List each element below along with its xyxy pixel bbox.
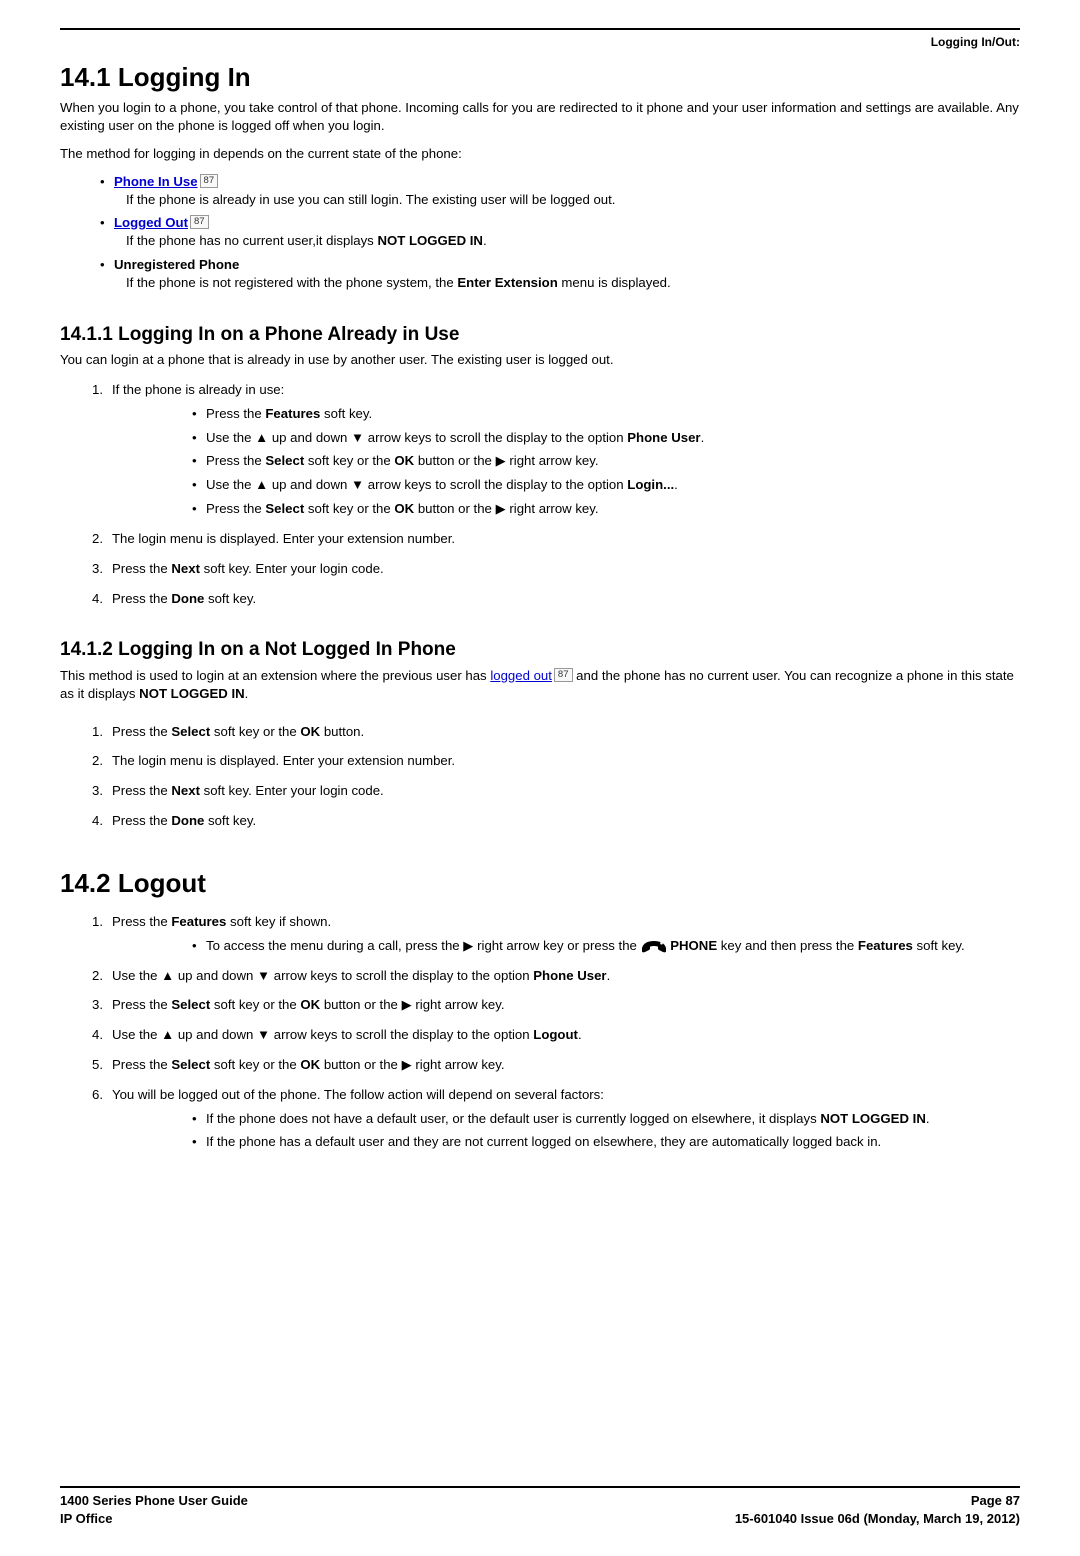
step-4: Press the Done soft key. [92, 812, 1020, 830]
right-arrow-icon: ▶ [402, 997, 412, 1012]
step-1: Press the Select soft key or the OK butt… [92, 723, 1020, 741]
section-14-1-1-heading: 14.1.1 Logging In on a Phone Already in … [60, 322, 1020, 348]
footer-left-bottom: IP Office [60, 1510, 113, 1528]
section-14-1-heading: 14.1 Logging In [60, 60, 1020, 95]
right-arrow-icon: ▶ [463, 938, 473, 953]
step1-sub-select-ok: Press the Select soft key or the OK butt… [192, 452, 1020, 470]
right-arrow-icon: ▶ [496, 501, 506, 516]
pageref-87: 87 [200, 174, 219, 188]
login-method-unregistered: Unregistered Phone If the phone is not r… [100, 256, 1020, 292]
section-14-1-2-intro: This method is used to login at an exten… [60, 667, 1020, 703]
step1-sub-phone-user: Use the ▲ up and down ▼ arrow keys to sc… [192, 429, 1020, 447]
down-arrow-icon: ▼ [351, 430, 364, 445]
step-2: The login menu is displayed. Enter your … [92, 530, 1020, 548]
step6-sub-has-default: If the phone has a default user and they… [192, 1133, 1020, 1151]
page-footer: 1400 Series Phone User Guide Page 87 IP … [60, 1486, 1020, 1528]
section-14-1-1-intro: You can login at a phone that is already… [60, 351, 1020, 369]
step-1: Press the Features soft key if shown. To… [92, 913, 1020, 955]
logout-steps: Press the Features soft key if shown. To… [60, 913, 1020, 1151]
step-3: Press the Select soft key or the OK butt… [92, 996, 1020, 1014]
down-arrow-icon: ▼ [257, 1027, 270, 1042]
header-breadcrumb: Logging In/Out: [60, 34, 1020, 50]
login-method-phone-in-use-desc: If the phone is already in use you can s… [126, 191, 1020, 209]
step-2: The login menu is displayed. Enter your … [92, 752, 1020, 770]
pageref-87: 87 [554, 668, 573, 682]
link-logged-out[interactable]: Logged Out [114, 215, 188, 230]
down-arrow-icon: ▼ [351, 477, 364, 492]
down-arrow-icon: ▼ [257, 968, 270, 983]
section-14-1-2-heading: 14.1.2 Logging In on a Not Logged In Pho… [60, 637, 1020, 663]
step-3: Press the Next soft key. Enter your logi… [92, 782, 1020, 800]
section-14-2-heading: 14.2 Logout [60, 866, 1020, 901]
step-2: Use the ▲ up and down ▼ arrow keys to sc… [92, 967, 1020, 985]
footer-right-top: Page 87 [971, 1492, 1020, 1510]
up-arrow-icon: ▲ [161, 968, 174, 983]
link-logged-out-inline[interactable]: logged out [490, 668, 552, 683]
step-4: Press the Done soft key. [92, 590, 1020, 608]
step1-sub-select-ok-2: Press the Select soft key or the OK butt… [192, 500, 1020, 518]
footer-right-bottom: 15-601040 Issue 06d (Monday, March 19, 2… [735, 1510, 1020, 1528]
step-5: Press the Select soft key or the OK butt… [92, 1056, 1020, 1074]
step-4: Use the ▲ up and down ▼ arrow keys to sc… [92, 1026, 1020, 1044]
login-in-use-steps: If the phone is already in use: Press th… [60, 381, 1020, 607]
step-1: If the phone is already in use: Press th… [92, 381, 1020, 518]
step1-sub-access-menu: To access the menu during a call, press … [192, 937, 1020, 955]
login-method-phone-in-use: Phone In Use87 If the phone is already i… [100, 173, 1020, 209]
step1-sub-features: Press the Features soft key. [192, 405, 1020, 423]
link-phone-in-use[interactable]: Phone In Use [114, 174, 198, 189]
footer-left-top: 1400 Series Phone User Guide [60, 1492, 248, 1510]
up-arrow-icon: ▲ [255, 430, 268, 445]
login-not-logged-steps: Press the Select soft key or the OK butt… [60, 723, 1020, 830]
step6-sub-no-default: If the phone does not have a default use… [192, 1110, 1020, 1128]
section-14-1-method-line: The method for logging in depends on the… [60, 145, 1020, 163]
login-methods-list: Phone In Use87 If the phone is already i… [60, 173, 1020, 292]
right-arrow-icon: ▶ [496, 453, 506, 468]
login-method-unregistered-desc: If the phone is not registered with the … [126, 274, 1020, 292]
step1-sub-login: Use the ▲ up and down ▼ arrow keys to sc… [192, 476, 1020, 494]
pageref-87: 87 [190, 215, 209, 229]
up-arrow-icon: ▲ [161, 1027, 174, 1042]
up-arrow-icon: ▲ [255, 477, 268, 492]
step-6: You will be logged out of the phone. The… [92, 1086, 1020, 1151]
right-arrow-icon: ▶ [402, 1057, 412, 1072]
phone-icon [641, 938, 667, 954]
step-3: Press the Next soft key. Enter your logi… [92, 560, 1020, 578]
login-method-logged-out-desc: If the phone has no current user,it disp… [126, 232, 1020, 250]
login-method-logged-out: Logged Out87 If the phone has no current… [100, 214, 1020, 250]
section-14-1-intro: When you login to a phone, you take cont… [60, 99, 1020, 135]
